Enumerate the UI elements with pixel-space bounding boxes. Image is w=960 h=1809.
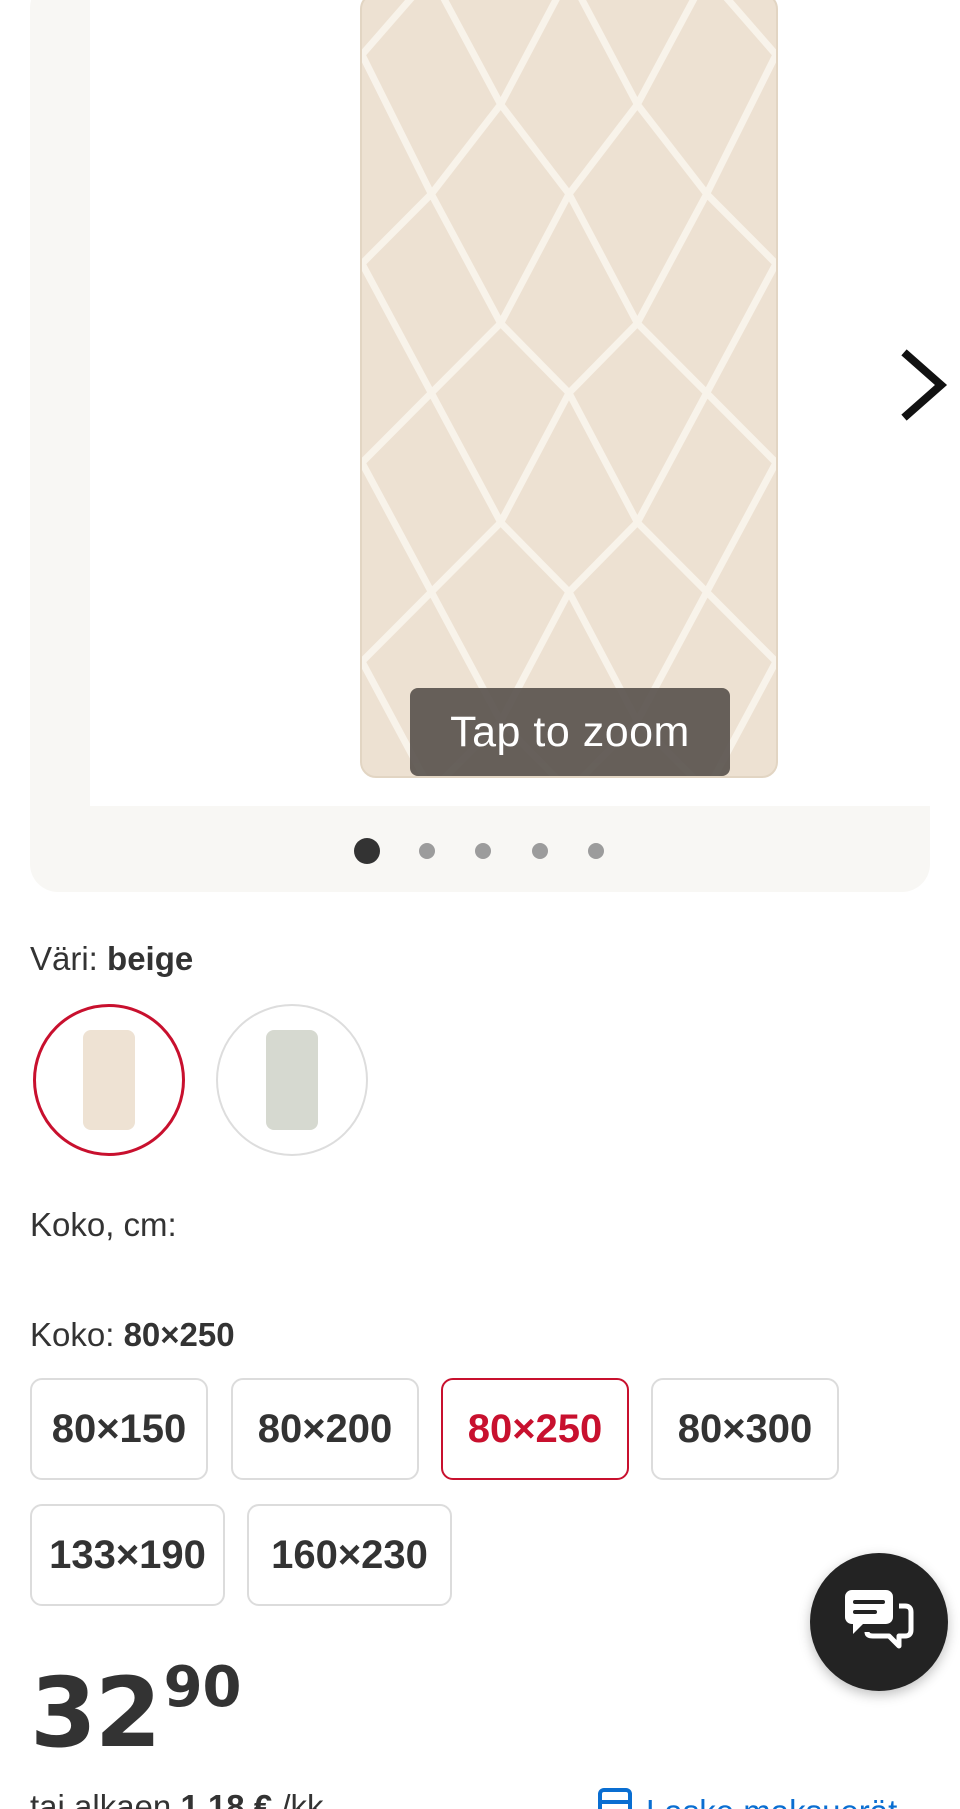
- swatch-rug-image: [83, 1030, 135, 1130]
- size-option-160x230[interactable]: 160×230: [247, 1504, 452, 1606]
- chevron-right-icon[interactable]: [895, 345, 955, 425]
- size-heading: Koko, cm:: [30, 1206, 177, 1243]
- pagination-dot-1[interactable]: [354, 838, 380, 864]
- gallery-pagination: [0, 834, 960, 868]
- product-gallery: Tap to zoom: [30, 0, 948, 892]
- size-option-80x300[interactable]: 80×300: [651, 1378, 839, 1480]
- size-option-133x190[interactable]: 133×190: [30, 1504, 225, 1606]
- pagination-dot-3[interactable]: [475, 843, 491, 859]
- product-image[interactable]: [360, 0, 778, 778]
- swatch-rug-image: [266, 1030, 318, 1130]
- size-option-80x150[interactable]: 80×150: [30, 1378, 208, 1480]
- color-swatch-grey[interactable]: [216, 1004, 368, 1156]
- chat-button[interactable]: [810, 1553, 948, 1691]
- price-decimals: 90: [163, 1655, 242, 1720]
- calculate-installments-link[interactable]: Laske maksuerät: [598, 1788, 897, 1809]
- rug-pattern: [362, 0, 776, 776]
- size-value: 80×250: [123, 1316, 235, 1353]
- color-swatch-beige[interactable]: [33, 1004, 185, 1156]
- price-integer: 32: [30, 1657, 162, 1769]
- color-label: Väri: beige: [30, 940, 193, 978]
- pagination-dot-5[interactable]: [588, 843, 604, 859]
- installment-amount: 1,18 €: [180, 1788, 273, 1809]
- chat-icon: [843, 1588, 915, 1657]
- installment-prefix: tai alkaen: [30, 1788, 172, 1809]
- installment-info: tai alkaen 1,18 € /kk: [30, 1788, 324, 1809]
- pagination-dot-2[interactable]: [419, 843, 435, 859]
- size-option-80x250[interactable]: 80×250: [441, 1378, 629, 1480]
- price: 3290: [30, 1655, 242, 1761]
- color-value: beige: [107, 940, 194, 977]
- installment-suffix: /kk: [281, 1788, 324, 1809]
- color-label-prefix: Väri:: [30, 940, 98, 977]
- size-option-80x200[interactable]: 80×200: [231, 1378, 419, 1480]
- size-label-prefix: Koko:: [30, 1316, 115, 1353]
- tap-to-zoom-hint[interactable]: Tap to zoom: [410, 688, 730, 776]
- gallery-image-area[interactable]: Tap to zoom: [90, 0, 948, 806]
- size-label: Koko: 80×250: [30, 1316, 235, 1354]
- calculator-icon: [598, 1788, 632, 1809]
- pagination-dot-4[interactable]: [532, 843, 548, 859]
- calculate-installments-label: Laske maksuerät: [646, 1793, 897, 1809]
